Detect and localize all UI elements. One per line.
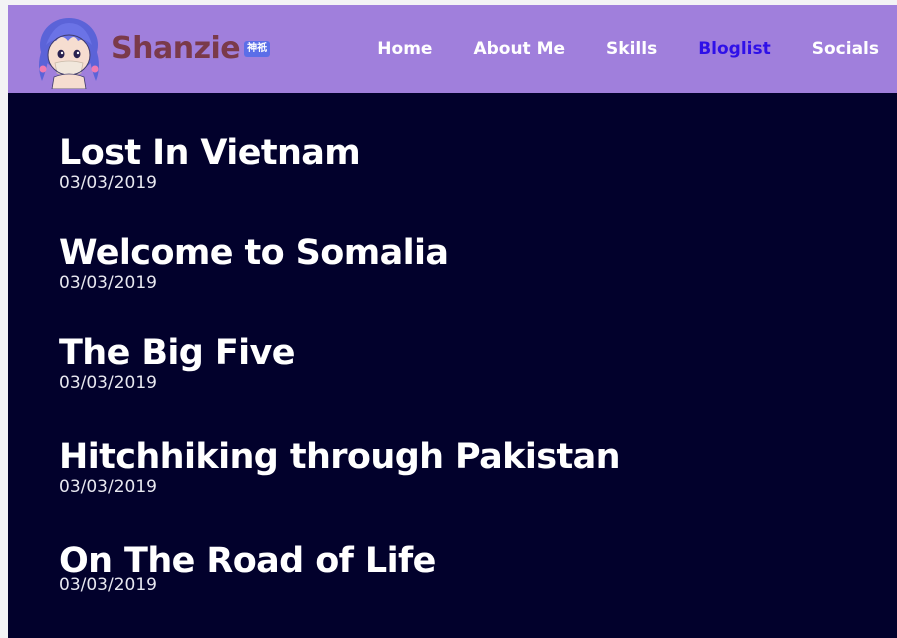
brand-badge: 神祇 — [244, 41, 271, 57]
blog-post-title[interactable]: The Big Five — [59, 331, 295, 375]
blog-post-date: 03/03/2019 — [59, 173, 157, 193]
nav-link-home[interactable]: Home — [377, 39, 432, 59]
brand-name: Shanzie — [111, 30, 241, 66]
avatar-logo-icon[interactable] — [34, 11, 104, 89]
blog-post-title[interactable]: Lost In Vietnam — [59, 131, 361, 175]
nav-link-skills[interactable]: Skills — [606, 39, 657, 59]
navbar: Shanzie 神祇 Home About Me Skills Bloglist… — [8, 5, 897, 93]
browser-viewport: Shanzie 神祇 Home About Me Skills Bloglist… — [8, 5, 897, 638]
blog-post-item[interactable]: The Big Five 03/03/2019 — [59, 331, 295, 393]
blog-post-item[interactable]: Hitchhiking through Pakistan 03/03/2019 — [59, 435, 621, 497]
blog-list: Lost In Vietnam 03/03/2019 Welcome to So… — [8, 93, 897, 638]
nav-link-socials[interactable]: Socials — [812, 39, 879, 59]
blog-post-title[interactable]: Welcome to Somalia — [59, 231, 449, 275]
blog-post-item[interactable]: Lost In Vietnam 03/03/2019 — [59, 131, 361, 193]
blog-post-date: 03/03/2019 — [59, 273, 157, 293]
main-nav: Home About Me Skills Bloglist Socials — [377, 5, 897, 93]
blog-post-date: 03/03/2019 — [59, 373, 157, 393]
nav-link-bloglist[interactable]: Bloglist — [698, 39, 771, 59]
blog-post-item[interactable]: Welcome to Somalia 03/03/2019 — [59, 231, 449, 293]
blog-post-date: 03/03/2019 — [59, 477, 157, 497]
blog-post-title[interactable]: Hitchhiking through Pakistan — [59, 435, 621, 479]
nav-link-about-me[interactable]: About Me — [473, 39, 565, 59]
brand[interactable]: Shanzie 神祇 — [111, 25, 271, 71]
blog-post-item[interactable]: On The Road of Life 03/03/2019 — [59, 539, 436, 595]
